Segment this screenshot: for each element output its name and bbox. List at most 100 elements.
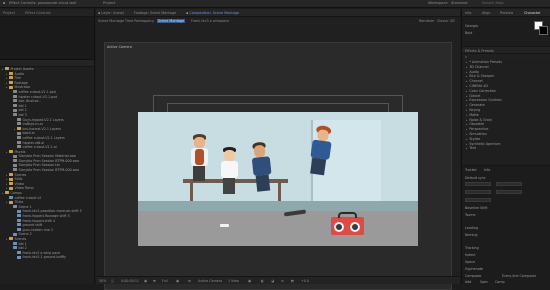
project-search-input[interactable]	[0, 60, 94, 67]
viewer-footer-control[interactable]: 0:00:00:11	[121, 279, 139, 283]
viewer-footer-control[interactable]: Active Camera	[198, 279, 222, 283]
viewer-footer-control[interactable]: ⊡	[281, 279, 284, 283]
viewer-footer-control[interactable]: ◪	[271, 279, 274, 283]
project-tree-label: guru-hidden rive 2	[22, 227, 54, 232]
folder-icon	[9, 81, 13, 85]
comp-icon	[17, 214, 21, 218]
disclosure-triangle-icon[interactable]: ▸	[466, 143, 467, 146]
project-tab-label[interactable]: Project	[103, 1, 115, 5]
comp-button[interactable]: Comp	[495, 280, 505, 284]
spec-button[interactable]: Spec	[480, 280, 488, 284]
viewer-footer-control[interactable]: +0.0	[301, 279, 309, 283]
viewer-stage[interactable]: Active Camera	[96, 24, 460, 290]
font-style-select[interactable]: Bold	[465, 31, 472, 35]
tab-composition[interactable]: ▪ Composition: Scene Montage	[186, 11, 239, 15]
folder-icon	[5, 191, 9, 195]
workspace-select[interactable]: Standard	[451, 1, 467, 5]
disclosure-triangle-icon[interactable]: ▸	[466, 75, 467, 78]
effects-presets-title[interactable]: Effects & Presets	[465, 49, 494, 53]
disclosure-triangle-icon[interactable]: ▸	[466, 99, 467, 102]
effect-category-label: Color Correction	[469, 88, 497, 93]
viewer-footer-control[interactable]: 50%	[99, 279, 106, 283]
tab-project[interactable]: Project	[3, 11, 15, 15]
viewer-footer-control[interactable]: ◫	[111, 279, 114, 283]
disclosure-triangle-icon[interactable]: ▸	[466, 138, 467, 141]
tab-info[interactable]: Info	[465, 11, 471, 15]
project-tree-label: hipster cutout-V2.1.psd	[18, 94, 58, 99]
viewer-footer-control[interactable]: ◧	[261, 279, 264, 283]
composer-select[interactable]: Every-line Composer	[502, 274, 536, 278]
disclosure-triangle-icon[interactable]: ▸	[466, 66, 467, 69]
disclosure-triangle-icon[interactable]: ▸	[466, 85, 467, 88]
field-1[interactable]	[465, 182, 491, 186]
viewer-footer-control[interactable]: ⊞	[188, 279, 191, 283]
disclosure-triangle-icon[interactable]: ▸	[466, 95, 467, 98]
effect-category-label: Text	[469, 146, 476, 151]
breadcrumb-1[interactable]: Scene Montage	[98, 19, 124, 23]
viewer-footer-control[interactable]: Full	[162, 279, 168, 283]
tab-layer[interactable]: ▪ Layer: (none)	[98, 11, 124, 15]
renderer-value[interactable]: Classic 3D	[437, 19, 455, 23]
project-tree-label: bbl 2	[18, 246, 27, 251]
effect-category-item[interactable]: ▸ Text	[462, 146, 550, 151]
viewer-footer-control[interactable]: ◓	[153, 279, 156, 283]
breadcrumb-2[interactable]: Time Remapping	[125, 19, 154, 23]
bench-leg-right	[278, 183, 281, 201]
effect-category-label: CINEMA 4D	[469, 83, 488, 88]
add-button[interactable]: Add	[465, 280, 471, 284]
disclosure-triangle-icon[interactable]: ▸	[466, 114, 467, 117]
disclosure-triangle-icon[interactable]: ▸	[466, 61, 467, 64]
viewer-footer-control[interactable]: ▣	[176, 279, 179, 283]
project-tree-label: frank-hipped-shift 4	[22, 218, 56, 223]
disclosure-triangle-icon[interactable]: ▸	[466, 147, 467, 150]
panel-menu-icon[interactable]: ▪	[3, 1, 5, 5]
project-tree-label: Comps	[10, 191, 22, 196]
project-tree-label: Video Temp	[14, 186, 34, 191]
project-tree-label: frank-idv3 a whip pace	[22, 250, 61, 255]
head-1	[194, 137, 205, 148]
project-tree-label: Stills	[14, 177, 23, 182]
file-icon	[13, 163, 17, 167]
project-tree-item[interactable]: frank-idv3-1 ground-bufffy	[0, 255, 94, 260]
disclosure-triangle-icon[interactable]: ▸	[466, 104, 467, 107]
breadcrumb-4[interactable]: Frank idv3 a whippace	[191, 19, 229, 23]
top-bar: ▪ Effect Controls: passionate cloud wall…	[0, 0, 550, 8]
breadcrumb-3[interactable]: Scene Montage	[157, 18, 186, 23]
search-help-input[interactable]: Search Help	[482, 1, 504, 5]
project-tree-label: bbl 2	[18, 108, 27, 113]
viewer-footer-control[interactable]: 1 View	[228, 279, 239, 283]
tab-tracker[interactable]: Tracker	[465, 168, 477, 172]
disclosure-triangle-icon[interactable]: ▸	[466, 80, 467, 83]
disclosure-triangle-icon[interactable]: ▸	[466, 109, 467, 112]
effect-category-label: Stylize	[469, 136, 481, 141]
tab-footage[interactable]: Footage: Scene Montage	[134, 11, 176, 15]
disclosure-triangle-icon[interactable]: ▸	[466, 133, 467, 136]
viewer-footer-control[interactable]: ◩	[291, 279, 294, 283]
field-5[interactable]	[465, 198, 491, 202]
effect-controls-tab[interactable]: Effect Controls: passionate cloud wall	[9, 1, 76, 5]
disclosure-triangle-icon[interactable]: ▸	[466, 123, 467, 126]
tab-info-2[interactable]: Info	[484, 168, 490, 172]
project-tree-label: bru-honest-V2.1 Layers	[22, 126, 61, 131]
folder-icon	[9, 76, 13, 80]
viewer-footer: 50% ◫ 0:00:00:11 ▣ ◓ Full ▣ ⊞ Active Camera 1 Vie…	[96, 276, 460, 284]
file-icon	[17, 122, 21, 126]
disclosure-triangle-icon[interactable]: ▸	[466, 128, 467, 131]
tab-effect-controls[interactable]: Effect Controls	[25, 11, 51, 15]
field-2[interactable]	[496, 182, 522, 186]
tab-character[interactable]: Character	[524, 11, 541, 15]
label-baseline: Baseline Shift	[465, 206, 488, 210]
disclosure-triangle-icon[interactable]: ▸	[466, 119, 467, 122]
project-tree-label: bbl 1	[18, 241, 27, 246]
field-3[interactable]	[465, 190, 491, 194]
font-family-select[interactable]: Georgia	[465, 24, 478, 28]
disclosure-triangle-icon[interactable]: ▸	[466, 90, 467, 93]
viewer-footer-control[interactable]: ▣	[144, 279, 147, 283]
viewer-footer-control[interactable]: ▣	[248, 279, 251, 283]
tab-align[interactable]: Align	[482, 11, 491, 15]
stroke-color-swatch[interactable]	[539, 26, 548, 35]
comp-canvas[interactable]: Active Camera	[104, 42, 452, 290]
field-4[interactable]	[496, 190, 522, 194]
tab-preview[interactable]: Preview	[500, 11, 513, 15]
disclosure-triangle-icon[interactable]: ▸	[466, 71, 467, 74]
